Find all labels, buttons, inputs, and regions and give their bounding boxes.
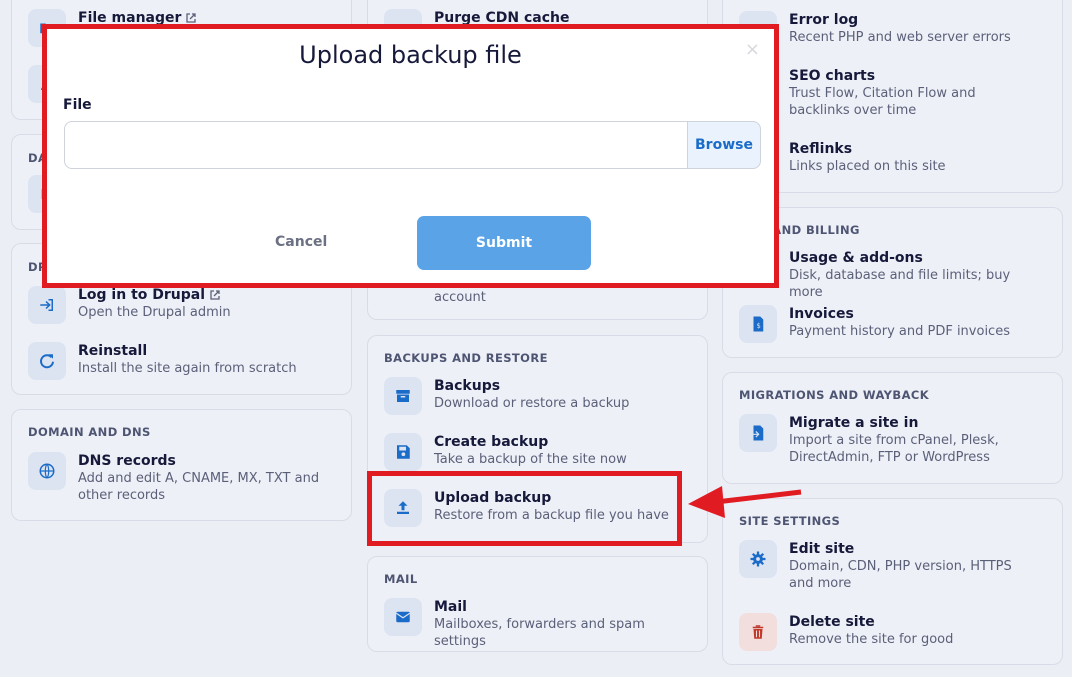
mail-item[interactable]: Mail Mailboxes, forwarders and spam setti…: [384, 598, 679, 649]
file-input[interactable]: [64, 121, 688, 169]
refresh-icon: [28, 342, 66, 380]
delete-site-title: Delete site: [789, 614, 875, 630]
mail-title: Mail: [434, 599, 467, 615]
dns-records-desc: Add and edit A, CNAME, MX, TXT and other…: [78, 471, 320, 503]
error-log-item[interactable]: Error log Recent PHP and web server error…: [739, 11, 1034, 51]
upload-backup-highlight: [367, 471, 682, 546]
login-icon: [28, 286, 66, 324]
reflinks-item[interactable]: Reflinks Links placed on this site: [739, 140, 1034, 180]
migrate-site-title: Migrate a site in: [789, 415, 919, 431]
create-backup-item[interactable]: Create backup Take a backup of the site n…: [384, 433, 679, 473]
error-log-title: Error log: [789, 12, 859, 28]
edit-site-desc: Domain, CDN, PHP version, HTTPS and more: [789, 559, 1012, 591]
migrate-site-desc: Import a site from cPanel, Plesk, Direct…: [789, 433, 999, 465]
middle-card-mail: MAIL Mail Mailboxes, forwarders and spam …: [367, 556, 708, 652]
dns-header: DOMAIN AND DNS: [28, 425, 151, 439]
left-card-dns: DOMAIN AND DNS DNS records Add and edit A…: [11, 409, 352, 521]
create-backup-title: Create backup: [434, 434, 549, 450]
invoice-icon: $: [739, 305, 777, 343]
dns-records-item[interactable]: DNS records Add and edit A, CNAME, MX, TX…: [28, 452, 323, 503]
invoices-item[interactable]: $ Invoices Payment history and PDF invoic…: [739, 305, 1034, 345]
migrations-header: MIGRATIONS AND WAYBACK: [739, 388, 930, 402]
archive-icon: [384, 377, 422, 415]
file-label: File: [63, 97, 92, 113]
error-log-desc: Recent PHP and web server errors: [789, 30, 1011, 45]
reinstall-title: Reinstall: [78, 343, 148, 359]
delete-site-desc: Remove the site for good: [789, 632, 954, 647]
backups-header: BACKUPS AND RESTORE: [384, 351, 548, 365]
cancel-button[interactable]: Cancel: [275, 234, 327, 250]
import-icon: [739, 414, 777, 452]
reinstall-desc: Install the site again from scratch: [78, 361, 297, 376]
delete-site-item[interactable]: Delete site Remove the site for good: [739, 613, 1034, 653]
invoices-title: Invoices: [789, 306, 854, 322]
browse-button[interactable]: Browse: [687, 121, 761, 169]
trash-icon: [739, 613, 777, 651]
globe-icon: [28, 452, 66, 490]
mail-header: MAIL: [384, 572, 418, 586]
dns-records-title: DNS records: [78, 453, 176, 469]
close-icon[interactable]: ×: [745, 39, 760, 60]
create-backup-desc: Take a backup of the site now: [434, 452, 627, 467]
login-drupal-title: Log in to Drupal: [78, 287, 206, 303]
edit-site-item[interactable]: Edit site Domain, CDN, PHP version, HTTPS…: [739, 540, 1034, 591]
edit-site-title: Edit site: [789, 541, 855, 557]
upload-backup-modal: Upload backup file × File Browse Cancel …: [42, 24, 779, 288]
gear-icon: [739, 540, 777, 578]
seo-charts-item[interactable]: SEO charts Trust Flow, Citation Flow and …: [739, 67, 1034, 118]
backups-title: Backups: [434, 378, 501, 394]
seo-charts-desc: Trust Flow, Citation Flow and backlinks …: [789, 86, 976, 118]
usage-addons-title: Usage & add-ons: [789, 250, 923, 266]
seo-charts-title: SEO charts: [789, 68, 876, 84]
backups-item[interactable]: Backups Download or restore a backup: [384, 377, 679, 417]
external-link-icon: [186, 13, 197, 23]
invoices-desc: Payment history and PDF invoices: [789, 324, 1010, 339]
external-link-icon: [210, 290, 220, 300]
submit-button[interactable]: Submit: [417, 216, 591, 270]
arrow-annotation: [688, 486, 802, 518]
mail-desc: Mailboxes, forwarders and spam settings: [434, 617, 645, 649]
usage-addons-desc: Disk, database and file limits; buy more: [789, 268, 1011, 300]
save-icon: [384, 433, 422, 471]
partial-desc: account: [434, 290, 486, 305]
envelope-icon: [384, 598, 422, 636]
right-card-settings: SITE SETTINGS Edit site Domain, CDN, PHP …: [722, 498, 1063, 665]
right-card-migrations: MIGRATIONS AND WAYBACK Migrate a site in…: [722, 372, 1063, 484]
usage-addons-item[interactable]: Usage & add-ons Disk, database and file l…: [739, 249, 1034, 300]
login-drupal-desc: Open the Drupal admin: [78, 305, 231, 320]
migrate-site-item[interactable]: Migrate a site in Import a site from cPan…: [739, 414, 1034, 465]
modal-title: Upload backup file: [299, 41, 522, 69]
reflinks-title: Reflinks: [789, 141, 853, 157]
login-drupal-item[interactable]: Log in to Drupal Open the Drupal admin: [28, 286, 323, 326]
reinstall-item[interactable]: Reinstall Install the site again from scr…: [28, 342, 323, 382]
backups-desc: Download or restore a backup: [434, 396, 630, 411]
reflinks-desc: Links placed on this site: [789, 159, 946, 174]
svg-text:$: $: [757, 322, 761, 330]
